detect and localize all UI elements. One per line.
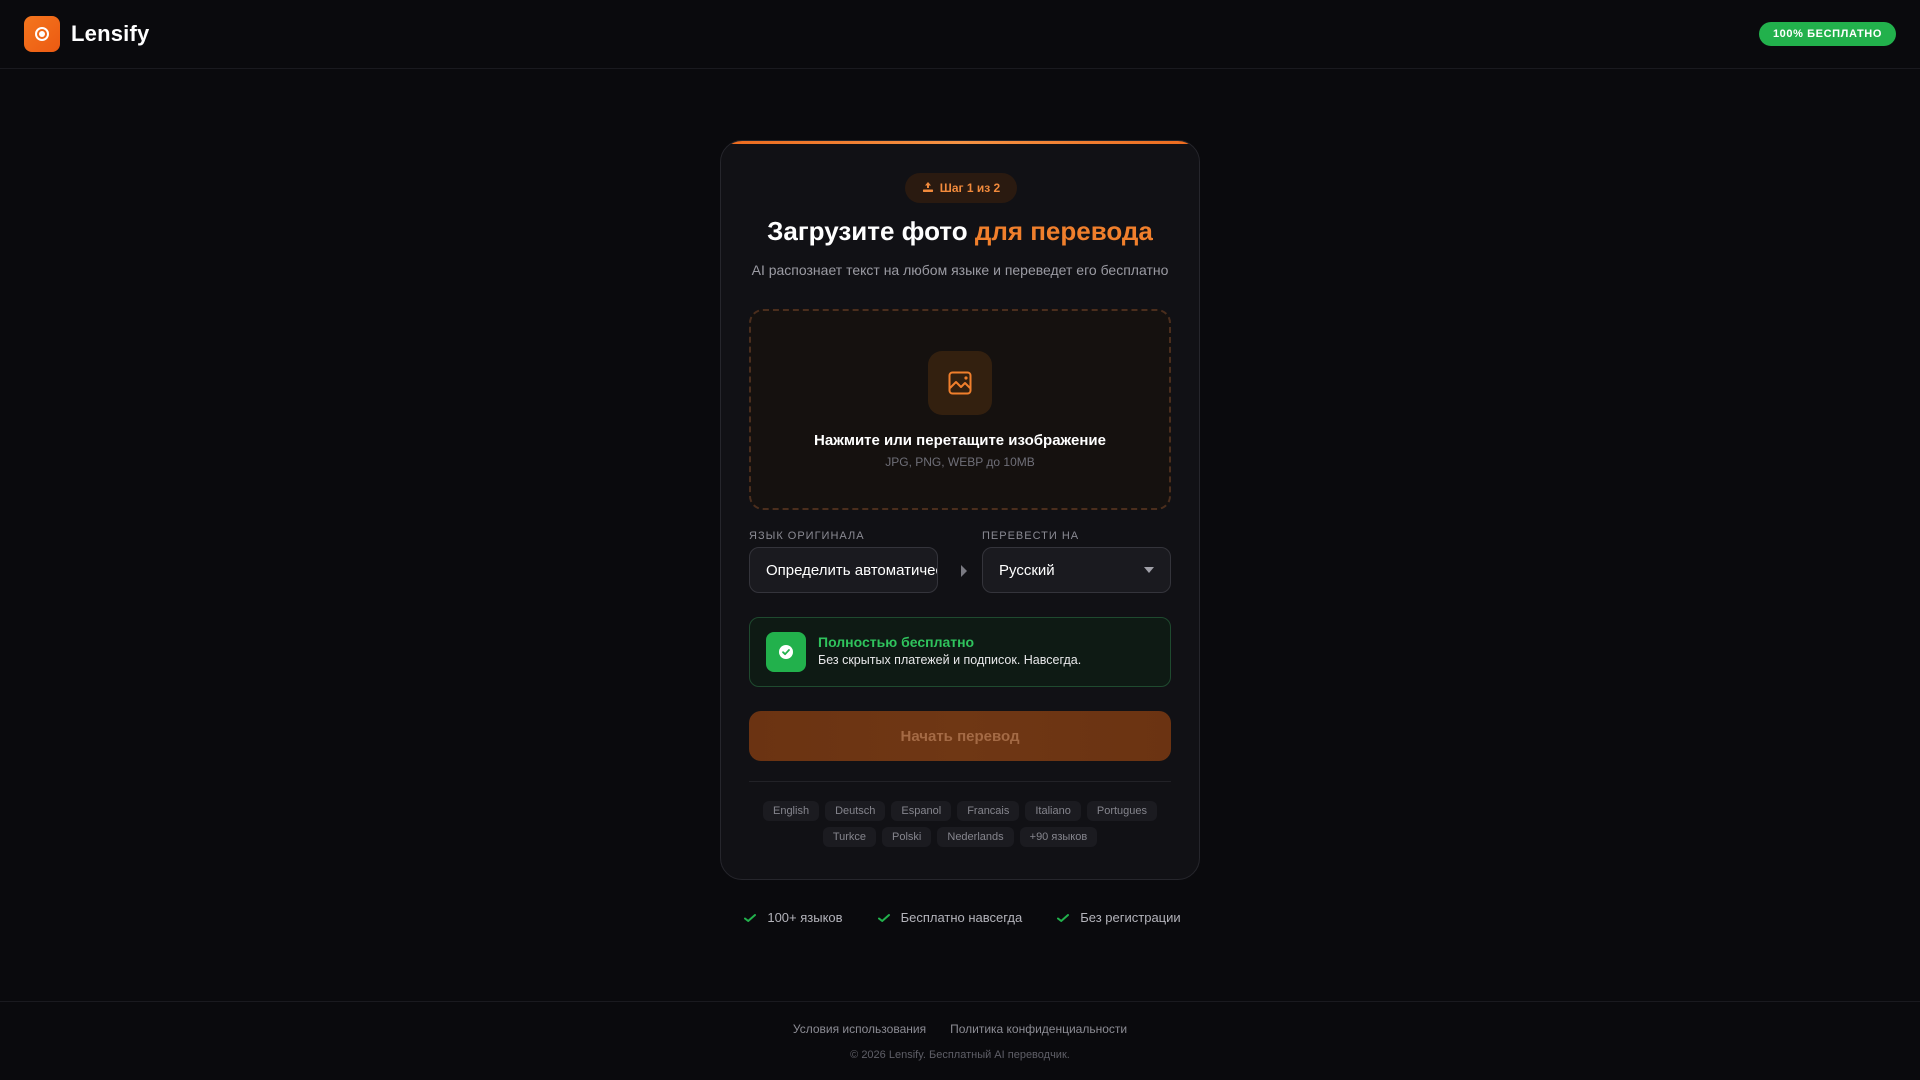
privacy-link[interactable]: Политика конфиденциальности — [950, 1022, 1127, 1036]
language-chip: Italiano — [1025, 801, 1081, 821]
terms-link[interactable]: Условия использования — [793, 1022, 926, 1036]
footer: Условия использования Политика конфиденц… — [0, 1001, 1920, 1080]
page-subtitle: AI распознает текст на любом языке и пер… — [751, 262, 1169, 278]
feature-label: Бесплатно навсегда — [900, 910, 1023, 925]
feature-label: Без регистрации — [1080, 910, 1181, 925]
lens-logo-icon — [24, 16, 60, 52]
upload-icon — [922, 181, 934, 196]
footer-links: Условия использования Политика конфиденц… — [0, 1022, 1920, 1036]
feature-item: 100+ языков — [743, 910, 843, 925]
check-icon — [743, 911, 757, 925]
top-bar: Lensify 100% БЕСПЛАТНО — [0, 0, 1920, 69]
free-notice-title: Полностью бесплатно — [818, 634, 975, 650]
target-language-select[interactable]: Русский — [982, 547, 1171, 593]
source-language-select[interactable]: Определить автоматически — [749, 547, 938, 593]
free-badge: 100% БЕСПЛАТНО — [1758, 22, 1896, 46]
language-chip: +90 языков — [1019, 827, 1098, 847]
free-notice-text: Без скрытых платежей и подписок. Навсегд… — [818, 653, 1082, 667]
upload-card: Шаг 1 из 2 Загрузите фото для перевода A… — [720, 140, 1200, 880]
language-chips: English Deutsch Espanol Francais Italiano Por… — [749, 801, 1171, 847]
dropzone-hint: JPG, PNG, WEBP до 10MB — [885, 455, 1035, 469]
features-row: 100+ языков Бесплатно навсегда Без регистр… — [0, 910, 1920, 925]
language-chip: Nederlands — [937, 827, 1014, 847]
language-chip: Espanol — [891, 801, 952, 821]
target-language-value: Русский — [999, 561, 1055, 579]
source-language-value: Определить автоматически — [766, 561, 937, 579]
chevron-down-icon — [1144, 567, 1154, 573]
language-chip: Portugues — [1086, 801, 1158, 821]
start-translation-button[interactable]: Начать перевод — [749, 711, 1171, 761]
step-text: Шаг 1 из 2 — [939, 181, 1001, 195]
dropzone-title: Нажмите или перетащите изображение — [814, 432, 1106, 449]
image-dropzone[interactable]: Нажмите или перетащите изображение JPG, … — [749, 309, 1171, 510]
check-circle-icon — [766, 632, 806, 672]
source-language-label: ЯЗЫК ОРИГИНАЛА — [749, 530, 865, 542]
target-language-label: ПЕРЕВЕСТИ НА — [982, 530, 1080, 542]
page-title: Загрузите фото для перевода — [721, 216, 1199, 247]
feature-item: Бесплатно навсегда — [877, 910, 1023, 925]
check-icon — [877, 911, 891, 925]
language-chip: Deutsch — [825, 801, 886, 821]
arrow-right-icon — [961, 565, 967, 577]
title-accent: для перевода — [974, 216, 1153, 246]
image-icon — [928, 351, 992, 415]
card-accent-line — [721, 141, 1199, 144]
divider — [749, 781, 1171, 782]
title-main: Загрузите фото — [767, 216, 975, 246]
feature-label: 100+ языков — [767, 910, 843, 925]
language-chip: Polski — [882, 827, 932, 847]
check-icon — [1056, 911, 1070, 925]
language-chip: Francais — [957, 801, 1020, 821]
step-badge: Шаг 1 из 2 — [905, 173, 1017, 203]
free-notice: Полностью бесплатно Без скрытых платежей… — [749, 617, 1171, 687]
language-chip: Turkce — [822, 827, 877, 847]
brand-name: Lensify — [71, 21, 150, 46]
feature-item: Без регистрации — [1056, 910, 1181, 925]
language-chip: English — [762, 801, 820, 821]
copyright: © 2026 Lensify. Бесплатный AI переводчик… — [850, 1049, 1070, 1061]
brand[interactable]: Lensify — [24, 16, 149, 52]
